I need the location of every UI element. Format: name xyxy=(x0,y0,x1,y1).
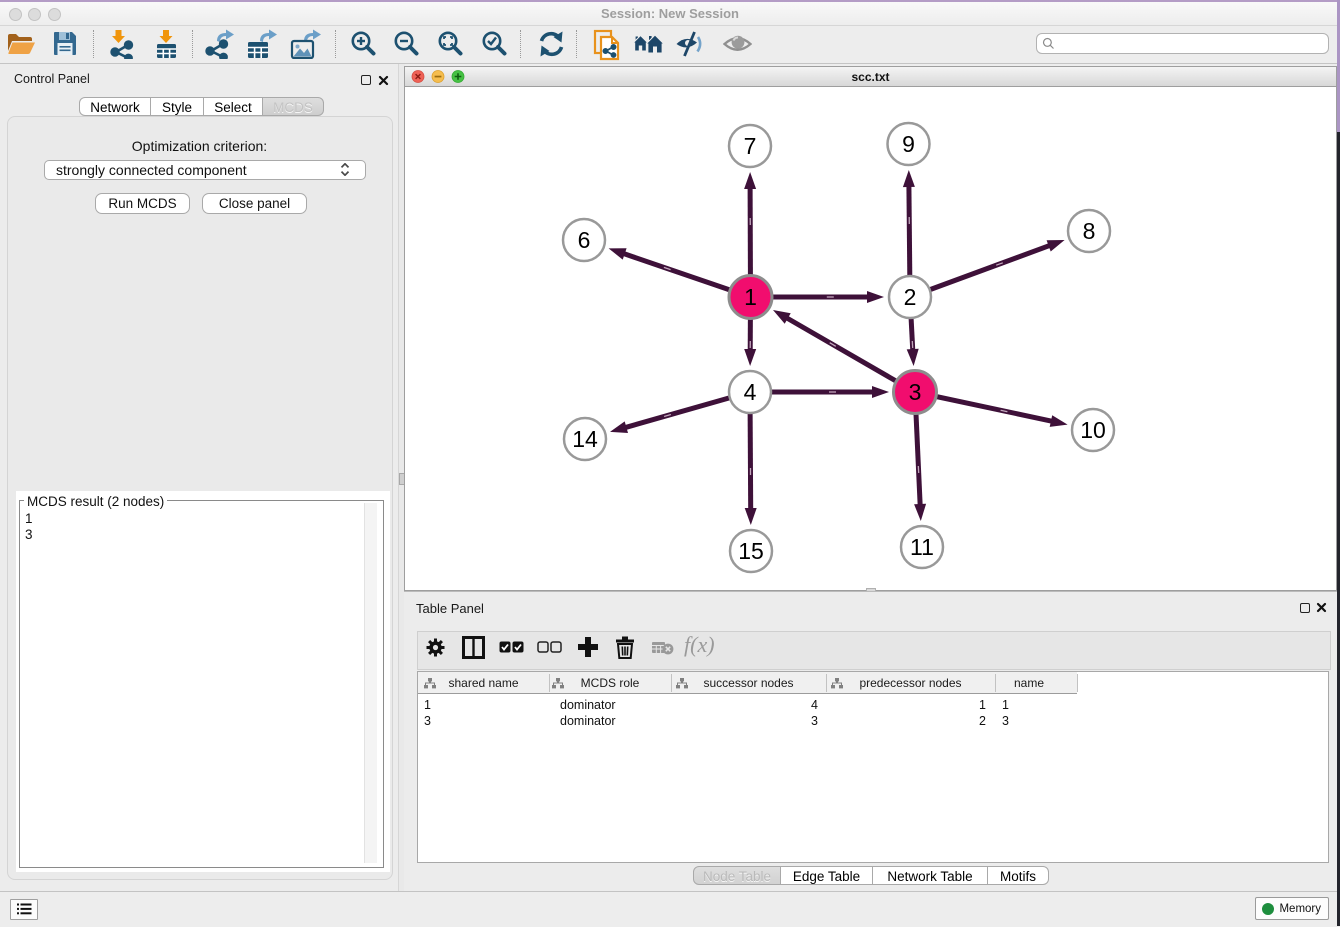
svg-text:10: 10 xyxy=(1080,417,1106,443)
svg-text:11: 11 xyxy=(910,534,934,560)
svg-text:8: 8 xyxy=(1083,218,1096,244)
svg-text:6: 6 xyxy=(578,227,591,253)
svg-text:4: 4 xyxy=(744,379,757,405)
svg-text:14: 14 xyxy=(572,426,598,452)
svg-text:1: 1 xyxy=(744,284,757,310)
svg-text:2: 2 xyxy=(904,284,917,310)
svg-text:9: 9 xyxy=(902,131,915,157)
svg-text:7: 7 xyxy=(744,133,757,159)
svg-text:3: 3 xyxy=(909,379,922,405)
svg-text:15: 15 xyxy=(738,538,764,564)
